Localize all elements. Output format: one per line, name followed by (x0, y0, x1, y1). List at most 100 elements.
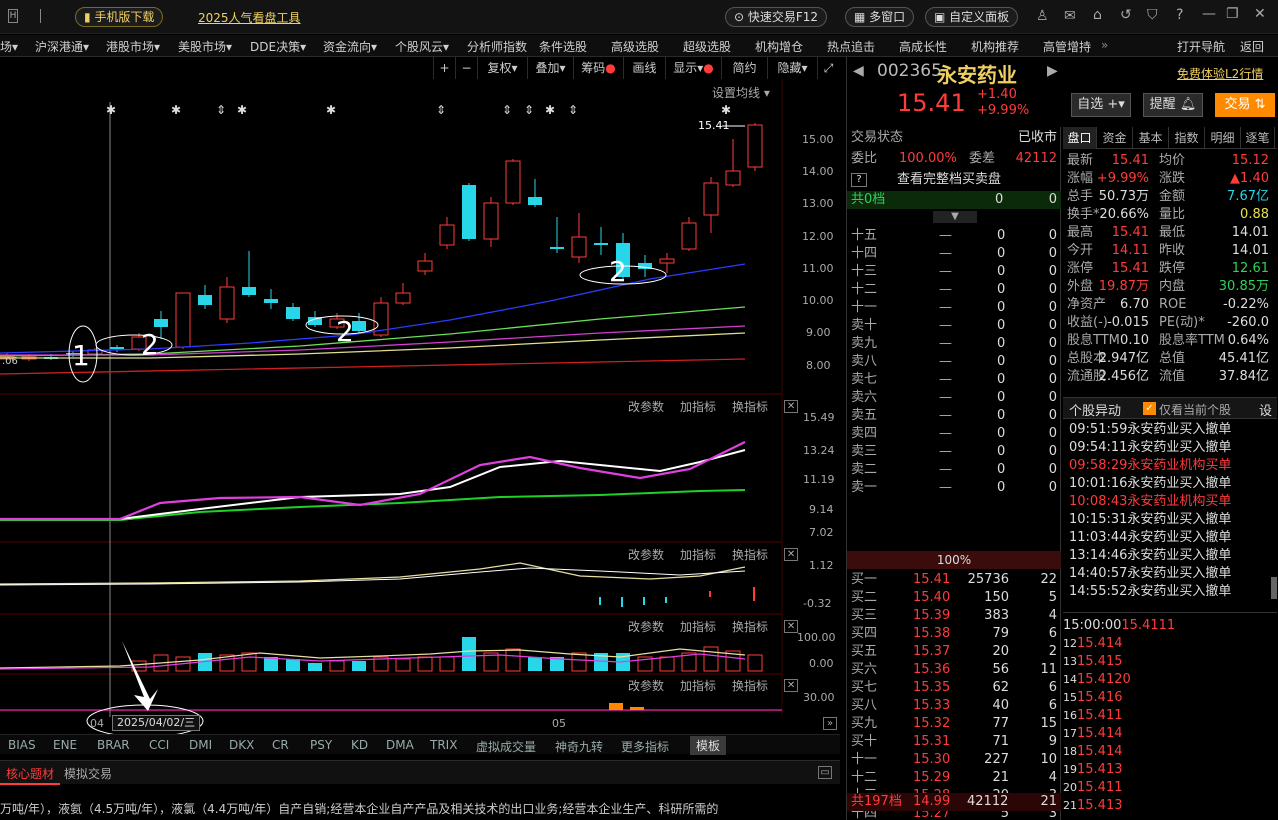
tab-indicator[interactable]: CR (272, 738, 289, 752)
tab-indicator[interactable]: TRIX (430, 738, 457, 752)
ask-row[interactable]: 十三 — 0 0 (847, 263, 1061, 281)
help-icon[interactable]: ? (1176, 7, 1183, 23)
tab-indicator[interactable]: BIAS (8, 738, 36, 752)
ask-row[interactable]: 卖三 — 0 0 (847, 443, 1061, 461)
ask-row[interactable]: 卖一 — 0 0 (847, 479, 1061, 497)
multi-window-button[interactable]: ▦ 多窗口 (845, 7, 915, 27)
watchlist-button[interactable]: 自选 +▾ (1071, 93, 1131, 117)
hot-tool-link[interactable]: 2025人气看盘工具 (198, 9, 301, 26)
custom-panel-button[interactable]: ▣ 自定义面板 (925, 7, 1019, 27)
menu-item[interactable]: 港股市场▾ (106, 38, 160, 55)
full-book-link[interactable]: 查看完整档买卖盘 (897, 171, 1001, 189)
free-l2-link[interactable]: 免费体验L2行情 (1177, 65, 1263, 82)
add-indicator-link[interactable]: 加指标 (680, 546, 716, 563)
tab-indicator[interactable]: CCI (149, 738, 169, 752)
event-row[interactable]: 09:54:11永安药业买入撤单 (1069, 439, 1269, 457)
chouma-button[interactable]: 筹码● (573, 57, 623, 79)
menu-item[interactable]: 美股市场▾ (178, 38, 232, 55)
menu-item[interactable]: 场▾ (0, 38, 18, 55)
user-icon[interactable]: ♙ (1036, 8, 1049, 24)
events-scrollbar[interactable] (1271, 577, 1277, 599)
menu-item[interactable]: 高成长性 (899, 38, 947, 55)
tab-indicator[interactable]: ENE (53, 738, 77, 752)
event-row[interactable]: 10:15:31永安药业买入撤单 (1069, 511, 1269, 529)
tab-sim-trade[interactable]: 模拟交易 (64, 765, 112, 782)
bid-row[interactable]: 买四 15.38 79 6 (847, 625, 1061, 643)
bid-row[interactable]: 买五 15.37 20 2 (847, 643, 1061, 661)
menu-item[interactable]: 高级选股 (611, 38, 659, 55)
next-stock-icon[interactable]: ▶ (1047, 63, 1058, 79)
swap-indicator-link[interactable]: 换指标 (732, 618, 768, 635)
menu-item[interactable]: 资金流向▾ (323, 38, 377, 55)
ask-row[interactable]: 十四 — 0 0 (847, 245, 1061, 263)
menu-item[interactable]: 条件选股 (539, 38, 587, 55)
only-current-checkbox[interactable]: ✓ (1143, 402, 1156, 415)
bid-row[interactable]: 买九 15.32 77 15 (847, 715, 1061, 733)
collapse-icon[interactable]: ▭ (818, 766, 832, 779)
tab-indicator[interactable]: 虚拟成交量 (476, 738, 536, 755)
menu-item[interactable]: 热点追击 (827, 38, 875, 55)
event-row[interactable]: 13:14:46永安药业买入撤单 (1069, 547, 1269, 565)
tab-zijin[interactable]: 资金 (1097, 127, 1133, 149)
ask-row[interactable]: 卖四 — 0 0 (847, 425, 1061, 443)
tab-jiben[interactable]: 基本 (1133, 127, 1169, 149)
bid-row[interactable]: 买三 15.39 383 4 (847, 607, 1061, 625)
bid-row[interactable]: 买六 15.36 56 11 (847, 661, 1061, 679)
alert-button[interactable]: 提醒 🔔︎ (1143, 93, 1203, 117)
menu-item[interactable]: 沪深港通▾ (35, 38, 89, 55)
bid-row[interactable]: 十二 15.29 21 4 (847, 769, 1061, 787)
fuquan-button[interactable]: 复权▾ (477, 57, 527, 79)
maximize-icon[interactable]: ❐ (1226, 6, 1239, 22)
event-row[interactable]: 14:55:52永安药业买入撤单 (1069, 583, 1269, 601)
ask-row[interactable]: 卖九 — 0 0 (847, 335, 1061, 353)
tab-indicator[interactable]: DMI (189, 738, 212, 752)
bid-row[interactable]: 十一 15.30 227 10 (847, 751, 1061, 769)
yincang-button[interactable]: 隐藏▾ (767, 57, 817, 79)
change-param-link[interactable]: 改参数 (628, 398, 664, 415)
huaxian-button[interactable]: 画线 (623, 57, 665, 79)
ask-row[interactable]: 卖八 — 0 0 (847, 353, 1061, 371)
swap-indicator-link[interactable]: 换指标 (732, 398, 768, 415)
bid-row[interactable]: 买一 15.41 25736 22 (847, 571, 1061, 589)
app-menu-icon[interactable]: H (8, 9, 18, 23)
fullscreen-icon[interactable]: ⤢ (817, 57, 839, 79)
add-indicator-link[interactable]: 加指标 (680, 398, 716, 415)
ask-row[interactable]: 卖五 — 0 0 (847, 407, 1061, 425)
ask-row[interactable]: 卖二 — 0 0 (847, 461, 1061, 479)
event-row[interactable]: 09:58:29永安药业机构买单 (1069, 457, 1269, 475)
ask-row[interactable]: 卖七 — 0 0 (847, 371, 1061, 389)
jianyue-button[interactable]: 简约 (721, 57, 767, 79)
kline-chart-area[interactable]: ✱ ✱ ⇕ ✱ ✱ ⇕ ⇕ ⇕ ✱ ⇕ ✱ + − 复权▾ 叠加▾ 筹码● 画线… (0, 57, 840, 734)
tab-indicator[interactable]: 神奇九转 (555, 738, 603, 755)
close-panel-icon[interactable]: ✕ (784, 620, 799, 633)
menu-more-icon[interactable]: » (1101, 38, 1108, 52)
home-icon[interactable]: ⌂ (1093, 7, 1102, 23)
close-panel-icon[interactable]: ✕ (784, 679, 799, 692)
ask-row[interactable]: 十五 — 0 0 (847, 227, 1061, 245)
tab-zhishu[interactable]: 指数 (1169, 127, 1205, 149)
add-indicator-link[interactable]: 加指标 (680, 677, 716, 694)
ask-row[interactable]: 十一 — 0 0 (847, 299, 1061, 317)
tab-core-theme[interactable]: 核心题材 (0, 764, 61, 785)
tab-zhubi[interactable]: 逐笔 (1241, 127, 1275, 149)
event-row[interactable]: 14:40:57永安药业买入撤单 (1069, 565, 1269, 583)
event-row[interactable]: 09:51:59永安药业买入撤单 (1069, 421, 1269, 439)
menu-item[interactable]: DDE决策▾ (250, 38, 306, 55)
swap-indicator-link[interactable]: 换指标 (732, 546, 768, 563)
change-param-link[interactable]: 改参数 (628, 677, 664, 694)
shirt-icon[interactable]: ⛉ (1147, 7, 1158, 23)
expand-icon[interactable]: ▼ (933, 211, 977, 223)
bid-row[interactable]: 买十 15.31 71 9 (847, 733, 1061, 751)
tab-indicator[interactable]: PSY (310, 738, 332, 752)
add-indicator-link[interactable]: 加指标 (680, 618, 716, 635)
diejia-button[interactable]: 叠加▾ (527, 57, 573, 79)
zoom-in-button[interactable]: + (433, 57, 455, 79)
refresh-icon[interactable]: ↺ (1120, 7, 1132, 23)
menu-item[interactable]: 高管增持 (1043, 38, 1091, 55)
ma-setting-button[interactable]: 设置均线 ▾ (712, 84, 770, 101)
swap-indicator-link[interactable]: 换指标 (732, 677, 768, 694)
minimize-icon[interactable]: — (1202, 6, 1216, 22)
tab-indicator[interactable]: 更多指标 (621, 738, 669, 755)
close-icon[interactable]: ✕ (1254, 6, 1266, 22)
tab-pankou[interactable]: 盘口 (1063, 127, 1097, 149)
